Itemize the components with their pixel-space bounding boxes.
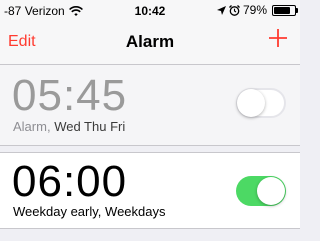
row-divider: [0, 228, 300, 229]
alarm-label: Alarm, Wed Thu Fri: [13, 119, 125, 134]
alarm-repeat: Weekdays: [105, 204, 166, 219]
alarm-time: 06:00: [12, 157, 128, 206]
alarm-repeat: Wed Thu Fri: [54, 119, 126, 134]
page-title: Alarm: [125, 32, 175, 51]
row-divider: [0, 145, 300, 146]
alarm-clock-icon: [229, 4, 240, 16]
alarm-toggle[interactable]: [236, 88, 286, 118]
alarm-name: Weekday early,: [13, 204, 102, 219]
toggle-knob: [257, 177, 285, 205]
battery-icon: [272, 4, 298, 16]
toggle-knob: [237, 89, 265, 117]
alarm-label: Weekday early, Weekdays: [13, 204, 166, 219]
plus-icon[interactable]: [266, 26, 290, 50]
navigation-bar: Edit Alarm: [0, 20, 300, 65]
alarm-time: 05:45: [12, 71, 128, 120]
battery-percent: 79%: [242, 3, 267, 17]
status-bar: -87 Verizon 10:42 79%: [0, 0, 300, 20]
alarm-name: Alarm,: [13, 119, 51, 134]
alarm-row[interactable]: 05:45 Alarm, Wed Thu Fri: [0, 65, 300, 145]
battery-fill: [274, 6, 290, 14]
alarm-row[interactable]: 06:00 Weekday early, Weekdays: [0, 153, 300, 228]
status-right: 79%: [216, 3, 298, 17]
alarm-toggle[interactable]: [236, 176, 286, 206]
location-arrow-icon: [216, 5, 226, 15]
